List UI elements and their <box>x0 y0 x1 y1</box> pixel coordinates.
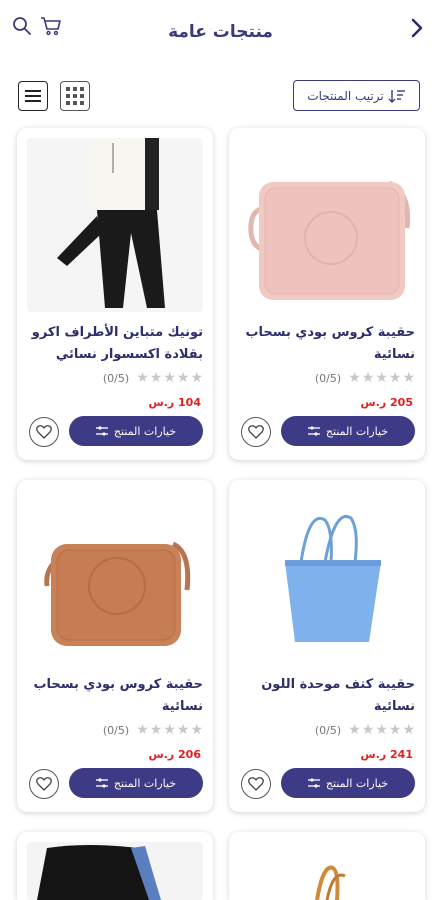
product-options-button[interactable]: خيارات المنتج <box>69 416 203 446</box>
product-image[interactable] <box>27 138 203 312</box>
product-price: 241 ر.س <box>360 748 414 761</box>
product-card[interactable] <box>17 832 213 900</box>
heart-icon <box>36 425 52 439</box>
product-price: 205 ر.س <box>360 396 414 409</box>
product-price: 206 ر.س <box>148 748 202 761</box>
options-icon <box>95 426 108 436</box>
app-header: منتجات عامة <box>0 0 441 64</box>
product-rating: ★ ★ ★ ★ ★ (0/5) <box>315 721 415 739</box>
product-image[interactable] <box>27 842 203 900</box>
product-card[interactable] <box>229 832 425 900</box>
product-card[interactable]: تونيك متباين الأطراف اكرو بقلادة اكسسوار… <box>17 128 213 460</box>
rating-count: (0/5) <box>314 371 342 385</box>
options-icon <box>307 778 320 788</box>
star-icon: ★ <box>348 370 361 386</box>
star-icon: ★ <box>176 722 190 738</box>
star-icon: ★ <box>388 722 402 738</box>
sort-button[interactable]: ترتيب المنتجات <box>293 80 420 111</box>
options-icon <box>307 426 320 436</box>
product-price: 104 ر.س <box>148 396 202 409</box>
product-name[interactable]: حقيبة كتف موحدة اللون نسائية <box>241 674 415 718</box>
favorite-button[interactable] <box>29 769 59 799</box>
list-view-button[interactable] <box>18 81 48 111</box>
star-icon: ★ <box>149 722 163 738</box>
product-rating: ★ ★ ★ ★ ★ (0/5) <box>103 369 203 387</box>
star-icon: ★ <box>163 370 176 386</box>
star-icon: ★ <box>190 370 203 386</box>
star-icon: ★ <box>388 370 402 386</box>
product-options-button[interactable]: خيارات المنتج <box>69 768 203 798</box>
options-label: خيارات المنتج <box>325 424 389 438</box>
product-image[interactable] <box>239 842 415 900</box>
rating-count: (0/5) <box>102 723 130 737</box>
favorite-button[interactable] <box>29 417 59 447</box>
page-title: منتجات عامة <box>168 22 273 42</box>
grid-view-icon <box>66 87 84 105</box>
favorite-button[interactable] <box>241 769 271 799</box>
rating-count: (0/5) <box>314 723 342 737</box>
sort-label: ترتيب المنتجات <box>307 88 384 103</box>
star-icon: ★ <box>176 370 190 386</box>
product-rating: ★ ★ ★ ★ ★ (0/5) <box>103 721 203 739</box>
star-icon: ★ <box>149 370 163 386</box>
heart-icon <box>36 777 52 791</box>
star-icon: ★ <box>402 722 415 738</box>
product-name[interactable]: حقيبة كروس بودي بسحاب نسائية <box>29 674 203 718</box>
product-name[interactable]: حقيبة كروس بودي بسحاب نسائية <box>241 322 415 366</box>
star-icon: ★ <box>402 370 415 386</box>
star-icon: ★ <box>136 722 149 738</box>
star-icon: ★ <box>136 370 149 386</box>
options-label: خيارات المنتج <box>113 776 177 790</box>
star-icon: ★ <box>375 370 388 386</box>
favorite-button[interactable] <box>241 417 271 447</box>
product-options-button[interactable]: خيارات المنتج <box>281 416 415 446</box>
product-name[interactable]: تونيك متباين الأطراف اكرو بقلادة اكسسوار… <box>29 322 203 366</box>
product-card[interactable]: حقيبة كتف موحدة اللون نسائية ★ ★ ★ ★ ★ (… <box>229 480 425 812</box>
star-icon: ★ <box>375 722 388 738</box>
options-label: خيارات المنتج <box>325 776 389 790</box>
cart-icon[interactable] <box>40 15 62 37</box>
heart-icon <box>248 777 264 791</box>
product-card[interactable]: حقيبة كروس بودي بسحاب نسائية ★ ★ ★ ★ ★ (… <box>229 128 425 460</box>
product-image[interactable] <box>239 138 415 312</box>
star-icon: ★ <box>361 722 375 738</box>
star-icon: ★ <box>163 722 176 738</box>
grid-view-button[interactable] <box>60 81 90 111</box>
sort-icon <box>388 89 405 103</box>
product-image[interactable] <box>239 490 415 664</box>
star-icon: ★ <box>190 722 203 738</box>
rating-count: (0/5) <box>102 371 130 385</box>
list-view-icon <box>25 90 41 102</box>
options-label: خيارات المنتج <box>113 424 177 438</box>
search-icon[interactable] <box>12 16 32 36</box>
star-icon: ★ <box>348 722 361 738</box>
heart-icon <box>248 425 264 439</box>
product-image[interactable] <box>27 490 203 664</box>
product-options-button[interactable]: خيارات المنتج <box>281 768 415 798</box>
product-card[interactable]: حقيبة كروس بودي بسحاب نسائية ★ ★ ★ ★ ★ (… <box>17 480 213 812</box>
options-icon <box>95 778 108 788</box>
product-rating: ★ ★ ★ ★ ★ (0/5) <box>315 369 415 387</box>
products-toolbar: ترتيب المنتجات <box>0 80 441 112</box>
star-icon: ★ <box>361 370 375 386</box>
